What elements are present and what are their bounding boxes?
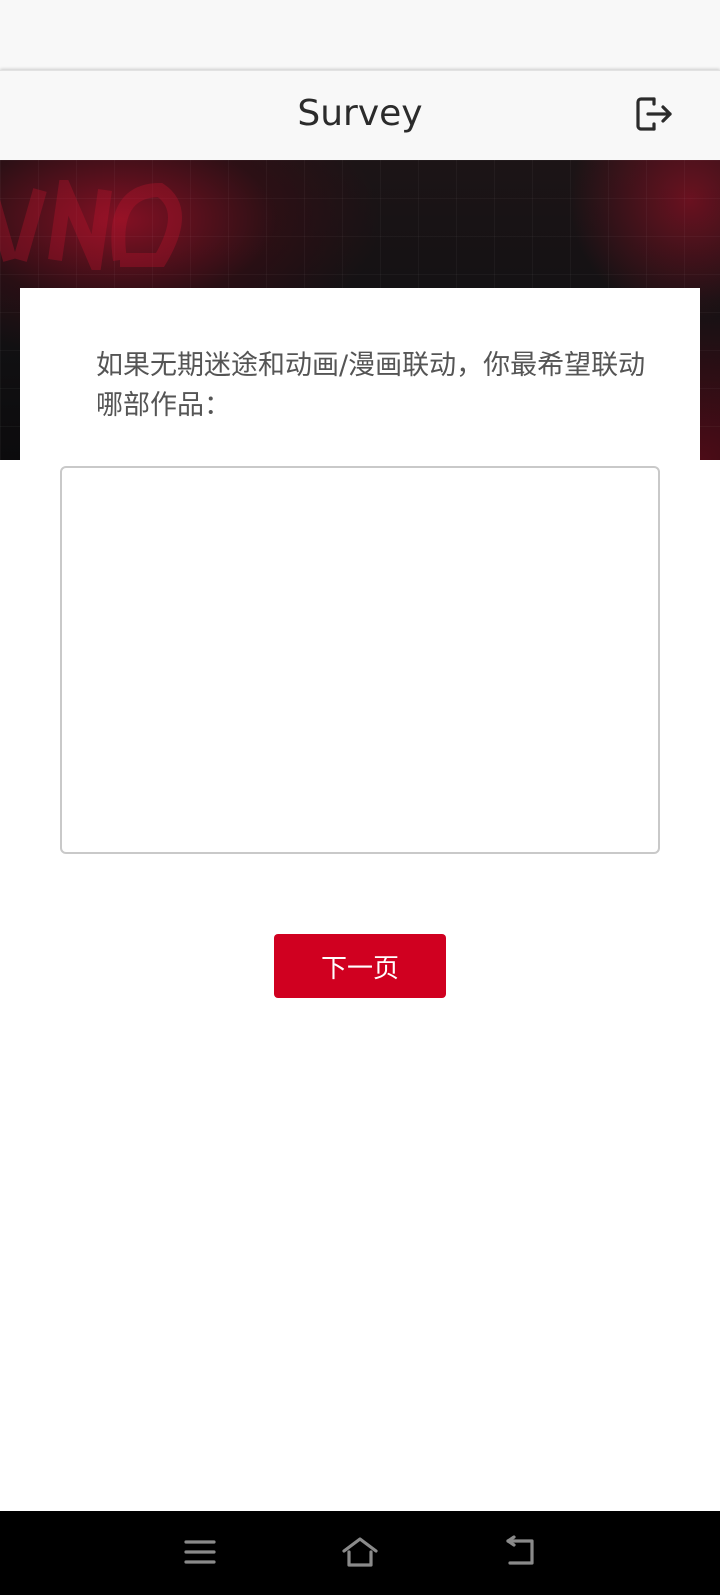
home-icon: [340, 1535, 380, 1573]
system-navigation-bar: [0, 1511, 720, 1595]
home-button[interactable]: [335, 1529, 385, 1579]
menu-button[interactable]: [175, 1529, 225, 1579]
page-title: Survey: [297, 93, 423, 134]
logout-icon: [632, 93, 674, 139]
question-text: 如果无期迷途和动画/漫画联动，你最希望联动哪部作品：: [96, 350, 646, 421]
answer-textarea[interactable]: [60, 466, 660, 854]
back-button[interactable]: [495, 1529, 545, 1579]
status-bar: [0, 0, 720, 70]
app-header: Survey: [0, 70, 720, 160]
survey-page: Survey 如果无期迷途和动画/漫画联动，你最希望联动哪部作品： 下一页: [0, 0, 720, 1595]
banner-logo-art: [0, 164, 220, 292]
next-page-button[interactable]: 下一页: [274, 934, 446, 998]
menu-icon: [183, 1537, 217, 1571]
logout-button[interactable]: [630, 93, 676, 139]
back-icon: [502, 1535, 538, 1573]
